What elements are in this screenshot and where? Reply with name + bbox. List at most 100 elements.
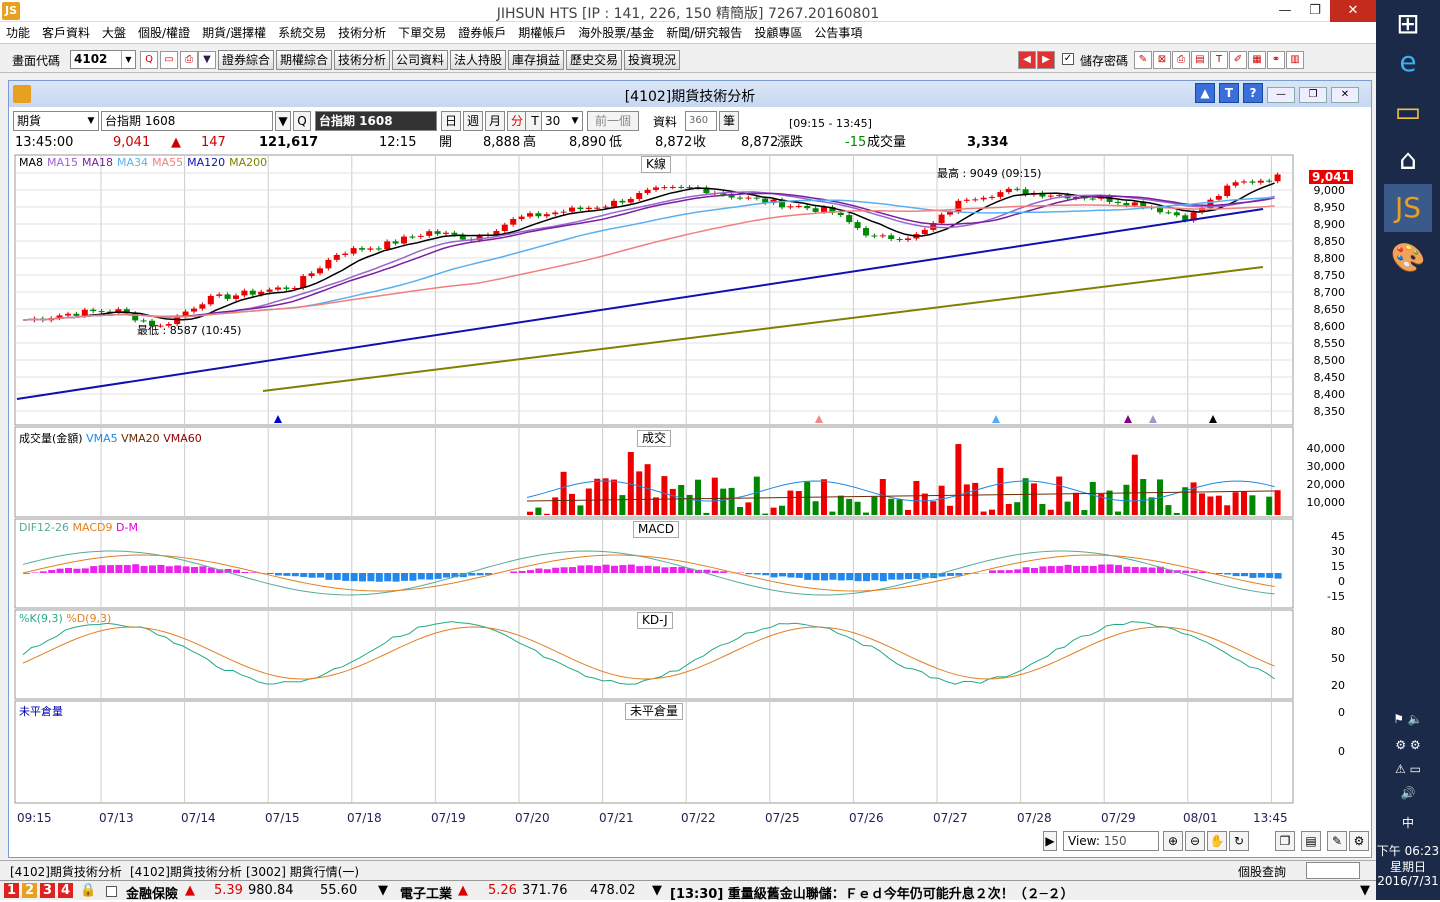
draw-icon[interactable]: ✎	[1327, 831, 1347, 851]
panel-restore-button[interactable]: ❐	[1299, 87, 1327, 103]
chart-svg[interactable]	[13, 153, 1369, 825]
candle-body	[510, 219, 516, 225]
paint-icon[interactable]: 🎨	[1384, 234, 1432, 282]
ie-icon[interactable]: e	[1384, 38, 1432, 86]
toolbar-button-0[interactable]: 證券綜合	[218, 50, 274, 70]
print-icon[interactable]: ⎙	[1172, 51, 1190, 69]
news-ticker[interactable]: [13:30] 重量級舊金山聯儲：Ｆｅｄ今年仍可能升息２次！（２─２）	[670, 883, 1074, 902]
toolbar-button-4[interactable]: 法人持股	[450, 50, 506, 70]
search-icon[interactable]: Q	[140, 51, 158, 69]
toolbar-button-6[interactable]: 歷史交易	[566, 50, 622, 70]
candle-body	[1048, 196, 1054, 197]
menu-item-2[interactable]: 大盤	[96, 22, 132, 44]
stock-query-input[interactable]	[1306, 862, 1360, 879]
lock-icon[interactable]: 🔒	[80, 883, 96, 898]
window-icon[interactable]: ▭	[160, 51, 178, 69]
jihsun-app-icon[interactable]: JS	[1384, 184, 1432, 232]
tab-4102-b[interactable]: [4102]期貨技術分析	[130, 863, 242, 880]
search-icon[interactable]: Q	[293, 111, 311, 131]
back-icon[interactable]: ◀	[1018, 51, 1036, 69]
toolbar-button-2[interactable]: 技術分析	[334, 50, 390, 70]
symbol-dropdown-button[interactable]: ▼	[275, 111, 291, 131]
copy-icon[interactable]: ❐	[1275, 831, 1295, 851]
period-button-3[interactable]: 分	[507, 111, 527, 131]
grid-icon[interactable]: ▦	[1248, 51, 1266, 69]
text-icon[interactable]: T	[1210, 51, 1228, 69]
menu-item-11[interactable]: 新聞/研究報告	[660, 22, 748, 44]
ticker-checkbox[interactable]	[106, 886, 117, 897]
menu-item-5[interactable]: 系統交易	[272, 22, 332, 44]
view-input[interactable]: View: 150	[1063, 831, 1159, 851]
menu-item-3[interactable]: 個股/權證	[132, 22, 196, 44]
forward-icon[interactable]: ▶	[1037, 51, 1055, 69]
type-select[interactable]: 期貨▼	[13, 111, 99, 131]
menu-item-12[interactable]: 投顧專區	[748, 22, 808, 44]
page-2-button[interactable]: 2	[22, 883, 37, 898]
tab-3002[interactable]: [3002] 期貨行情(一)	[246, 863, 359, 880]
tool-icon[interactable]: ⊠	[1153, 51, 1171, 69]
export-icon[interactable]: ▤	[1191, 51, 1209, 69]
menu-item-9[interactable]: 期權帳戶	[512, 22, 572, 44]
period-button-1[interactable]: 週	[463, 111, 483, 131]
toolbar-button-1[interactable]: 期權綜合	[276, 50, 332, 70]
menu-item-6[interactable]: 技術分析	[332, 22, 392, 44]
help-icon[interactable]: ?	[1243, 83, 1263, 103]
menu-item-8[interactable]: 證券帳戶	[452, 22, 512, 44]
restore-button[interactable]: ❐	[1300, 0, 1330, 22]
settings-icon[interactable]: ⚙	[1349, 831, 1369, 851]
code-input[interactable]: 4102▼	[70, 50, 136, 69]
scroll-right-button[interactable]: ▶	[1043, 831, 1057, 851]
toolbar-button-7[interactable]: 投資現況	[624, 50, 680, 70]
doc-icon[interactable]: ▥	[1286, 51, 1304, 69]
menu-item-13[interactable]: 公告事項	[808, 22, 868, 44]
chevron-down-icon[interactable]: ▼	[652, 883, 662, 898]
tray-icons[interactable]: ⚑ 🔈	[1376, 712, 1440, 726]
page-3-button[interactable]: 3	[40, 883, 55, 898]
zoom-out-icon[interactable]: ⊖	[1185, 831, 1205, 851]
minimize-button[interactable]: —	[1270, 0, 1300, 22]
volume-icon[interactable]: 🔊	[1376, 786, 1440, 800]
unit-button[interactable]: 筆	[719, 111, 739, 131]
ime-indicator[interactable]: 中	[1376, 814, 1440, 831]
symbol-select[interactable]: 台指期 1608	[101, 111, 273, 131]
panel-minimize-button[interactable]: —	[1267, 87, 1295, 103]
chevron-down-icon[interactable]: ▼	[1360, 883, 1370, 898]
toolbar-button-3[interactable]: 公司資料	[392, 50, 448, 70]
interval-select[interactable]: 30▼	[541, 111, 583, 131]
save-password-checkbox[interactable]: ✓	[1062, 53, 1074, 65]
page-1-button[interactable]: 1	[4, 883, 19, 898]
menu-item-1[interactable]: 客戶資料	[36, 22, 96, 44]
text-icon[interactable]: T	[1219, 83, 1239, 103]
print-icon[interactable]: ⎙	[180, 51, 198, 69]
period-button-2[interactable]: 月	[485, 111, 505, 131]
clock-time[interactable]: 下午 06:23	[1376, 842, 1440, 859]
tray-icon-row[interactable]: ⚠ ▭	[1376, 762, 1440, 776]
pan-icon[interactable]: ✋	[1207, 831, 1227, 851]
zoom-in-icon[interactable]: ⊕	[1163, 831, 1183, 851]
dropdown-icon[interactable]: ▼	[198, 51, 216, 69]
chart-area[interactable]: K線 MA8MA15MA18MA34MA55MA120MA200 最高 : 90…	[13, 153, 1369, 825]
folder-icon[interactable]: ▭	[1384, 88, 1432, 136]
menu-item-7[interactable]: 下單交易	[392, 22, 452, 44]
link-icon[interactable]: ⚭	[1267, 51, 1285, 69]
refresh-icon[interactable]: ↻	[1229, 831, 1249, 851]
close-button[interactable]: ✕	[1330, 0, 1376, 22]
calculator-icon[interactable]: ▤	[1301, 831, 1321, 851]
menu-item-4[interactable]: 期貨/選擇權	[196, 22, 272, 44]
edit-icon[interactable]: ✐	[1229, 51, 1247, 69]
network-icon[interactable]: ⚙ ⚙	[1376, 738, 1440, 752]
home-icon[interactable]: ⌂	[1384, 136, 1432, 184]
chevron-down-icon[interactable]: ▼	[121, 51, 135, 68]
period-button-0[interactable]: 日	[441, 111, 461, 131]
pen-icon[interactable]: ✎	[1134, 51, 1152, 69]
menu-item-10[interactable]: 海外股票/基金	[572, 22, 660, 44]
up-arrow-icon[interactable]: ▲	[1195, 83, 1215, 103]
tab-4102-a[interactable]: [4102]期貨技術分析	[10, 863, 122, 880]
chevron-down-icon[interactable]: ▼	[378, 883, 388, 898]
toolbar-button-5[interactable]: 庫存損益	[508, 50, 564, 70]
prev-button[interactable]: 前一個	[587, 111, 639, 131]
page-4-button[interactable]: 4	[58, 883, 73, 898]
data-count-input[interactable]: 360	[685, 111, 717, 131]
menu-item-0[interactable]: 功能	[0, 22, 36, 44]
panel-close-button[interactable]: ✕	[1331, 87, 1359, 103]
